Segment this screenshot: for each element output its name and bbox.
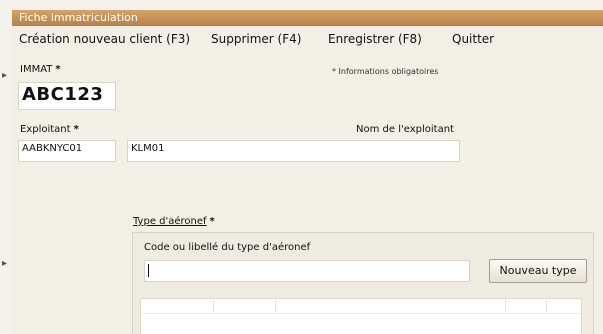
window-title: Fiche immatriculation [19,11,138,24]
aircraft-type-grid[interactable] [140,298,582,334]
menu-bar: Création nouveau client (F3) Supprimer (… [12,28,603,50]
aircraft-type-label: Type d'aéronef * [133,216,215,227]
immatriculation-window: Fiche immatriculation Création nouveau c… [12,10,603,334]
nom-exploitant-label: Nom de l'exploitant [356,124,454,135]
required-marker: * [209,216,215,227]
menu-quit[interactable]: Quitter [452,32,494,46]
exploitant-code-field[interactable]: AABKNYC01 [18,140,116,162]
required-marker: * [73,124,79,135]
menu-delete[interactable]: Supprimer (F4) [211,32,301,46]
grid-column-divider [505,299,506,313]
immat-label: IMMAT * [20,64,61,75]
new-type-button[interactable]: Nouveau type [489,259,587,283]
left-edge-mark: ▸ [2,258,8,269]
left-edge-strip: ▸ ▸ [0,0,12,334]
title-bar[interactable]: Fiche immatriculation [12,10,603,26]
required-note: * Informations obligatoires [332,67,439,76]
exploitant-label: Exploitant * [20,124,79,135]
text-caret [148,264,149,277]
immat-field[interactable]: ABC123 [18,82,116,110]
aircraft-type-label-text: Type d'aéronef [133,216,207,227]
required-marker: * [55,64,61,75]
exploitant-label-text: Exploitant [20,124,71,135]
immat-label-text: IMMAT [20,64,53,75]
menu-new-client[interactable]: Création nouveau client (F3) [19,32,190,46]
nom-exploitant-field[interactable]: KLM01 [127,140,460,162]
grid-column-divider [275,299,276,313]
menu-save[interactable]: Enregistrer (F8) [328,32,422,46]
aircraft-search-input[interactable] [144,260,470,282]
grid-row-divider [141,313,581,314]
aircraft-search-label: Code ou libellé du type d'aéronef [144,242,311,253]
left-edge-mark: ▸ [2,70,8,81]
grid-column-divider [213,299,214,313]
grid-column-divider [546,299,547,313]
